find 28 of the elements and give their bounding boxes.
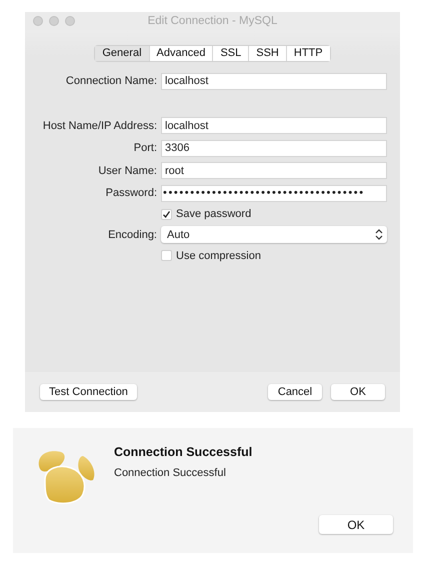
field-label: User Name: (97, 164, 158, 177)
chevron-icon (375, 229, 383, 240)
test-connection-button[interactable]: Test Connection (40, 384, 137, 400)
alert-title: Connection Successful (114, 445, 252, 459)
encoding-dropdown[interactable]: Auto (161, 226, 387, 244)
field-label: Connection Name: (64, 75, 158, 88)
checkbox-label: Use compression (176, 250, 261, 262)
ok-button[interactable]: OK (331, 384, 385, 400)
input-field[interactable]: localhost (161, 72, 387, 90)
minimize-icon[interactable] (49, 16, 59, 26)
cancel-button[interactable]: Cancel (268, 384, 322, 400)
password-field[interactable]: ••••••••••••••••••••••••••••••••••••• (161, 184, 387, 202)
input-field[interactable]: localhost (161, 117, 387, 134)
tab[interactable]: General (95, 46, 150, 61)
ok-button[interactable]: OK (319, 515, 393, 534)
field-label: Encoding: (107, 228, 158, 241)
checkbox-label: Save password (176, 208, 252, 220)
window-title: Edit Connection - MySQL (148, 15, 278, 27)
input-field[interactable]: root (161, 162, 387, 180)
checkbox[interactable] (161, 250, 172, 261)
alert-message: Connection Successful (114, 467, 227, 479)
field-label: Password: (104, 187, 158, 200)
field-label: Port: (132, 142, 158, 154)
input-field[interactable]: 3306 (161, 140, 387, 157)
field-label: Host Name/IP Address: (42, 120, 158, 132)
zoom-icon[interactable] (65, 16, 75, 26)
close-icon[interactable] (33, 16, 43, 26)
checkbox[interactable] (161, 208, 172, 220)
